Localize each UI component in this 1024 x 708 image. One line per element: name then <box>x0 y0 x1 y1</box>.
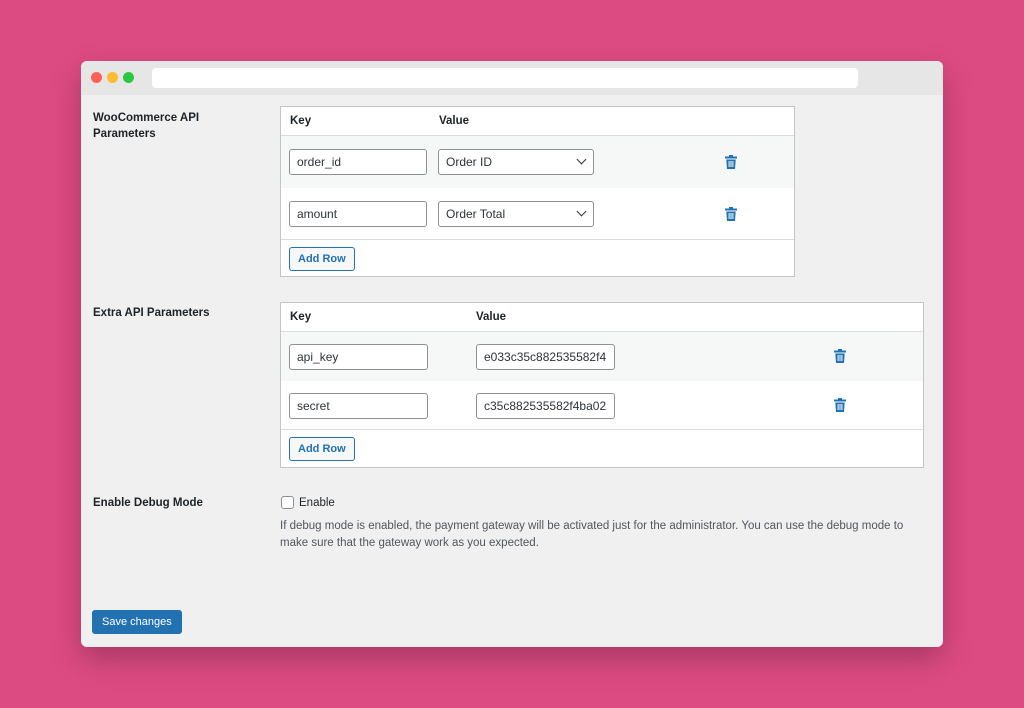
woo-params-label: WooCommerce API Parameters <box>93 112 200 140</box>
debug-checkbox[interactable] <box>281 496 294 509</box>
debug-checkbox-label[interactable]: Enable <box>299 496 335 510</box>
address-bar[interactable] <box>152 68 858 88</box>
table-row: order_id Order ID <box>281 136 794 188</box>
value-select-text: Order ID <box>446 155 493 169</box>
key-column-header: Key <box>290 311 312 323</box>
key-input[interactable]: order_id <box>289 149 427 175</box>
extra-params-label: Extra API Parameters <box>93 307 210 319</box>
add-row-button[interactable]: Add Row <box>289 437 355 461</box>
debug-description-line: make sure that the gateway work as you e… <box>280 537 539 549</box>
maximize-window-button[interactable] <box>123 72 134 83</box>
value-input[interactable]: c35c882535582f4ba02 <box>476 393 615 419</box>
trash-icon[interactable] <box>725 155 737 169</box>
key-input[interactable]: api_key <box>289 344 428 370</box>
table-row: secret c35c882535582f4ba02 <box>281 381 923 430</box>
chevron-down-icon <box>576 154 587 165</box>
add-row-button[interactable]: Add Row <box>289 247 355 271</box>
key-input[interactable]: amount <box>289 201 427 227</box>
title-bar <box>81 61 943 95</box>
extra-params-table: Key Value api_key e033c35c882535582f4 se… <box>280 302 924 468</box>
chevron-down-icon <box>576 206 587 217</box>
debug-description-line: If debug mode is enabled, the payment ga… <box>280 520 904 532</box>
table-header: Key Value <box>281 107 794 136</box>
table-row: api_key e033c35c882535582f4 <box>281 332 923 381</box>
value-column-header: Value <box>439 115 470 127</box>
debug-mode-label: Enable Debug Mode <box>93 497 203 509</box>
table-footer: Add Row <box>281 239 794 276</box>
trash-icon[interactable] <box>834 398 846 412</box>
value-input[interactable]: e033c35c882535582f4 <box>476 344 615 370</box>
close-window-button[interactable] <box>91 72 102 83</box>
trash-icon[interactable] <box>834 349 846 363</box>
value-column-header: Value <box>476 311 507 323</box>
save-changes-button[interactable]: Save changes <box>92 610 182 634</box>
key-column-header: Key <box>290 115 312 127</box>
value-select[interactable]: Order ID <box>438 149 594 175</box>
woo-params-table: Key Value order_id Order ID amount Order… <box>280 106 795 277</box>
value-select[interactable]: Order Total <box>438 201 594 227</box>
table-footer: Add Row <box>281 429 923 467</box>
debug-description: If debug mode is enabled, the payment ga… <box>280 518 930 552</box>
browser-window: WooCommerce API Parameters Key Value ord… <box>81 61 943 647</box>
trash-icon[interactable] <box>725 207 737 221</box>
key-input[interactable]: secret <box>289 393 428 419</box>
minimize-window-button[interactable] <box>107 72 118 83</box>
value-select-text: Order Total <box>446 207 506 221</box>
table-row: amount Order Total <box>281 188 794 240</box>
table-header: Key Value <box>281 303 923 332</box>
